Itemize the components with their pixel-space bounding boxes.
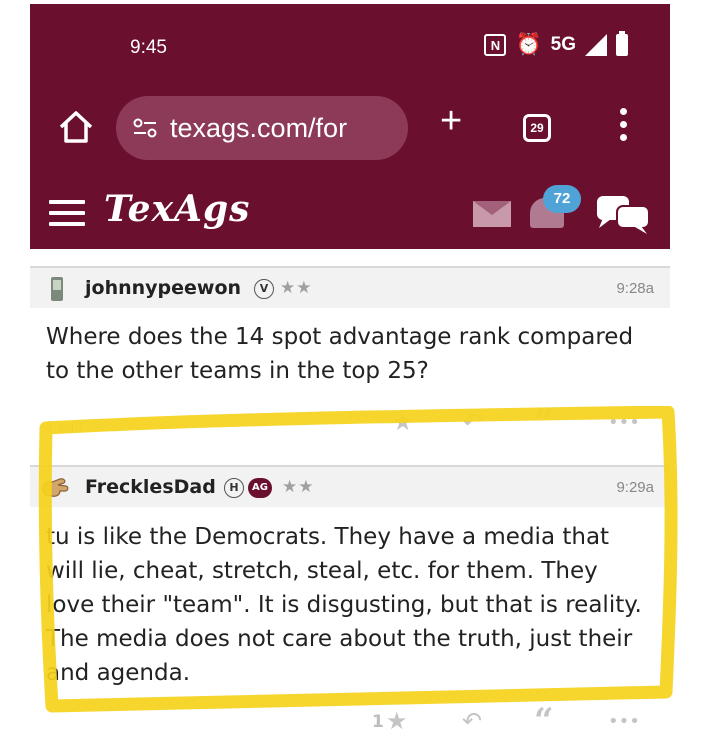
battery-icon bbox=[616, 31, 628, 56]
nfc-icon: N bbox=[484, 34, 507, 56]
chat-icon[interactable] bbox=[595, 192, 651, 236]
user-badge-ag: AG bbox=[248, 478, 272, 498]
status-time: 9:45 bbox=[130, 37, 167, 58]
top-bar: 9:45 N ⏰ 5G texags.com/for + 29 TexAgs 7… bbox=[30, 4, 670, 249]
post-header: johnnypeewon V ★★ 9:28a bbox=[30, 266, 670, 308]
more-icon[interactable]: ••• bbox=[608, 412, 640, 433]
home-icon[interactable] bbox=[56, 107, 96, 147]
post-username[interactable]: FrecklesDad bbox=[85, 476, 216, 498]
signal-icon bbox=[585, 34, 607, 56]
post-header: FrecklesDad H AG ★★ 9:29a bbox=[30, 465, 670, 507]
user-badge: V bbox=[254, 279, 274, 299]
post-username[interactable]: johnnypeewon bbox=[85, 277, 241, 299]
status-icons: N ⏰ 5G bbox=[484, 31, 628, 56]
plus-icon[interactable]: + bbox=[440, 100, 462, 143]
tune-icon[interactable] bbox=[132, 117, 158, 139]
user-stars: ★★ bbox=[282, 477, 315, 497]
phone-screen: 9:45 N ⏰ 5G texags.com/for + 29 TexAgs 7… bbox=[30, 4, 670, 750]
quote-icon[interactable]: “ bbox=[534, 402, 554, 442]
post-body: Where does the 14 spot advantage rank co… bbox=[46, 324, 634, 384]
post-body: tu is like the Democrats. They have a me… bbox=[46, 524, 642, 686]
quote-icon[interactable]: “ bbox=[534, 701, 554, 741]
post-actions: ★ ↶ “ ••• bbox=[30, 402, 670, 442]
site-logo[interactable]: TexAgs bbox=[104, 188, 250, 230]
star-count: 1 bbox=[372, 712, 384, 732]
reply-icon[interactable]: ↶ bbox=[462, 707, 482, 735]
alarm-icon: ⏰ bbox=[515, 33, 542, 56]
user-badge: H bbox=[224, 478, 244, 498]
hamburger-icon[interactable] bbox=[49, 200, 85, 233]
network-label: 5G bbox=[550, 34, 576, 55]
post-time: 9:28a bbox=[616, 280, 654, 297]
star-icon[interactable]: ★ bbox=[392, 408, 414, 436]
menu-dots-icon[interactable] bbox=[620, 108, 628, 147]
star-icon[interactable]: ★ bbox=[386, 707, 408, 735]
post-time: 9:29a bbox=[616, 479, 654, 496]
notification-badge[interactable]: 72 bbox=[543, 185, 581, 213]
mail-icon[interactable] bbox=[473, 201, 511, 227]
hand-user-icon bbox=[42, 478, 69, 497]
post-actions: 1 ★ ↶ “ ••• bbox=[30, 701, 670, 741]
user-stars: ★★ bbox=[280, 278, 313, 298]
tabs-icon[interactable]: 29 bbox=[523, 114, 551, 142]
address-bar[interactable]: texags.com/for bbox=[116, 96, 408, 160]
url-text[interactable]: texags.com/for bbox=[170, 113, 398, 144]
reply-icon[interactable]: ↶ bbox=[462, 408, 482, 436]
more-icon[interactable]: ••• bbox=[608, 711, 640, 732]
phone-user-icon bbox=[51, 277, 63, 301]
